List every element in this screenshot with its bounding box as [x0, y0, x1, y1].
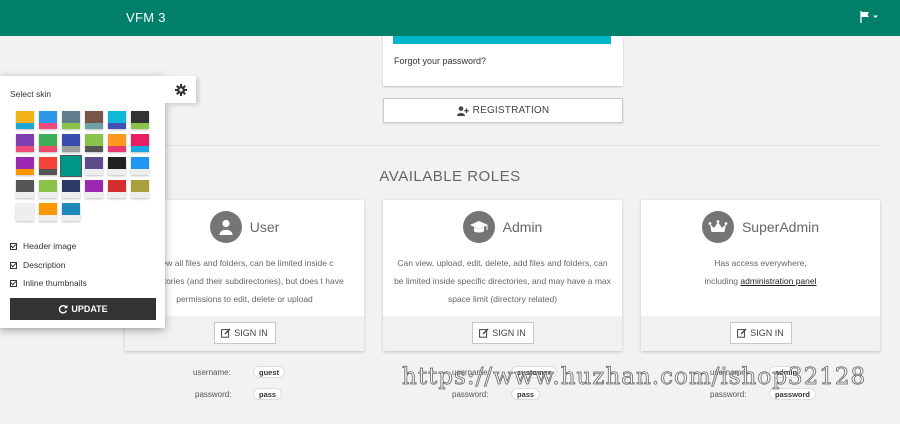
role-name: User — [249, 219, 280, 235]
skin-swatch[interactable] — [108, 111, 126, 129]
role-name: SuperAdmin — [741, 219, 820, 235]
card-footer: SIGN IN — [641, 316, 880, 351]
role-description: Can view, upload, edit, delete, add file… — [394, 258, 611, 304]
username-label: username: — [193, 368, 231, 377]
password-label: password: — [710, 390, 747, 399]
role-card-admin: Admin Can view, upload, edit, delete, ad… — [383, 200, 622, 351]
skin-swatch[interactable] — [16, 203, 34, 221]
skin-swatch[interactable] — [131, 157, 149, 175]
skin-swatch[interactable] — [60, 155, 82, 177]
skin-panel-toggle[interactable] — [165, 76, 196, 103]
description-checkbox[interactable]: Description — [10, 260, 66, 270]
checkbox-checked[interactable] — [10, 242, 17, 250]
password-label: password: — [452, 390, 489, 399]
edit-icon — [479, 328, 489, 338]
update-button[interactable]: UPDATE — [10, 298, 156, 320]
skin-swatch[interactable] — [108, 157, 126, 175]
watermark: https://www.huzhan.com/ishop32128 — [402, 364, 867, 391]
role-card-superadmin: SuperAdmin Has access everywhere, includ… — [641, 200, 880, 351]
card-footer: SIGN IN — [383, 316, 622, 351]
login-button[interactable] — [393, 36, 611, 44]
inline-thumbnails-checkbox[interactable]: Inline thumbnails — [10, 278, 87, 288]
skin-swatch[interactable] — [108, 180, 126, 198]
refresh-icon — [59, 304, 68, 314]
registration-label: REGISTRATION — [472, 105, 550, 116]
checkbox-checked[interactable] — [10, 261, 17, 269]
administration-panel-link[interactable]: administration panel — [740, 276, 816, 286]
edit-icon — [221, 328, 231, 338]
password-value: pass — [253, 388, 283, 400]
skin-swatch[interactable] — [108, 134, 126, 152]
sign-in-button-user[interactable]: SIGN IN — [213, 322, 276, 344]
skin-swatch[interactable] — [62, 134, 80, 152]
skin-swatch[interactable] — [131, 180, 149, 198]
login-card: Forgot your password? — [383, 36, 623, 86]
skin-swatch[interactable] — [62, 203, 80, 221]
select-skin-label: Select skin — [10, 89, 52, 99]
username-value: guest — [253, 366, 286, 378]
skin-swatch[interactable] — [16, 180, 34, 198]
skin-swatch[interactable] — [131, 111, 149, 129]
role-description: view all files and folders, can be limit… — [145, 258, 344, 304]
skin-swatch[interactable] — [85, 157, 103, 175]
navbar: VFM 3 — [0, 0, 900, 36]
password-label: password: — [195, 390, 232, 399]
skin-swatch[interactable] — [16, 157, 34, 175]
skin-selector-panel: Select skin Header image Description Inl… — [0, 76, 165, 328]
role-name: Admin — [502, 219, 543, 235]
flag-icon[interactable] — [860, 11, 880, 23]
skin-swatch[interactable] — [62, 111, 80, 129]
sign-in-button-admin[interactable]: SIGN IN — [471, 322, 534, 344]
skin-swatch[interactable] — [16, 134, 34, 152]
skin-swatch[interactable] — [85, 134, 103, 152]
registration-button[interactable]: REGISTRATION — [383, 98, 623, 123]
sign-in-button-superadmin[interactable]: SIGN IN — [729, 322, 792, 344]
header-image-checkbox[interactable]: Header image — [10, 241, 76, 251]
skin-swatch[interactable] — [85, 180, 103, 198]
skin-swatch[interactable] — [131, 134, 149, 152]
brand-title[interactable]: VFM 3 — [126, 10, 166, 25]
edit-icon — [737, 328, 747, 338]
forgot-password-link[interactable]: Forgot your password? — [394, 56, 486, 66]
gear-icon — [174, 83, 187, 96]
skin-swatch[interactable] — [39, 203, 57, 221]
user-icon — [209, 211, 242, 243]
skin-swatch[interactable] — [16, 111, 34, 129]
graduation-cap-icon — [462, 211, 495, 243]
checkbox-checked[interactable] — [10, 279, 17, 287]
skin-swatch[interactable] — [39, 157, 57, 175]
role-description: Has access everywhere, including adminis… — [704, 258, 817, 286]
user-plus-icon — [456, 105, 469, 116]
skin-swatch[interactable] — [39, 111, 57, 129]
section-divider — [125, 145, 880, 146]
skin-swatch[interactable] — [62, 180, 80, 198]
skin-swatch[interactable] — [85, 111, 103, 129]
crown-icon — [701, 211, 734, 243]
skin-swatch[interactable] — [39, 180, 57, 198]
skin-swatch[interactable] — [39, 134, 57, 152]
